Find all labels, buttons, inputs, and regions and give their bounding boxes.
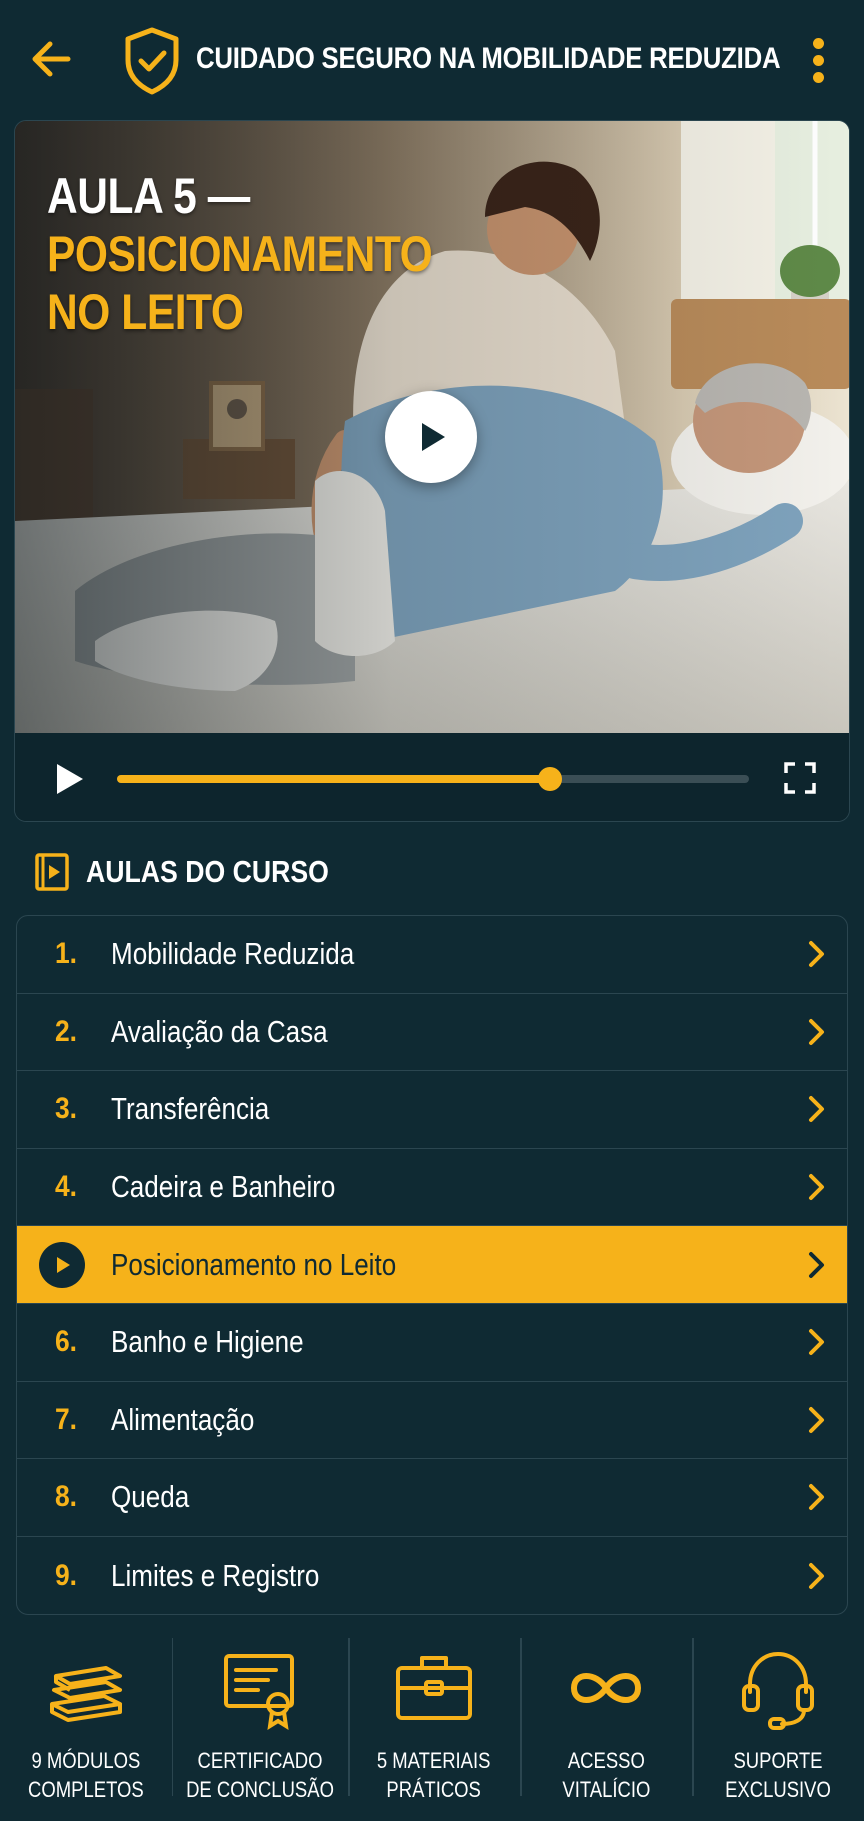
lesson-label: Limites e Registro	[111, 1557, 320, 1593]
feature-line2: DE CONCLUSÃO	[186, 1777, 334, 1802]
lesson-item[interactable]: 9. Limites e Registro	[17, 1537, 847, 1614]
play-icon	[57, 1256, 70, 1273]
fullscreen-icon[interactable]	[783, 761, 817, 795]
lesson-list: 1. Mobilidade Reduzida 2. Avaliação da C…	[16, 915, 848, 1615]
section-title: AULAS DO CURSO	[86, 854, 329, 889]
feature-line1: 9 MÓDULOS	[31, 1748, 141, 1773]
top-bar: CUIDADO SEGURO NA MOBILIDADE REDUZIDA	[0, 0, 864, 120]
lesson-label: Queda	[111, 1479, 190, 1515]
feature-line2: COMPLETOS	[28, 1777, 144, 1802]
lesson-number: 8.	[55, 1480, 78, 1514]
lesson-label: Mobilidade Reduzida	[111, 936, 355, 972]
lesson-number: 1.	[55, 937, 78, 971]
kebab-dot	[812, 72, 824, 83]
lesson-item[interactable]: 1. Mobilidade Reduzida	[17, 916, 847, 994]
lesson-item[interactable]: 7. Alimentação	[17, 1382, 847, 1460]
feature-line1: 5 MATERIAIS	[377, 1748, 491, 1773]
feature-access: ACESSO VITALÍCIO	[520, 1632, 692, 1812]
arrow-left-icon	[32, 41, 71, 77]
certificate-icon	[224, 1654, 294, 1730]
chevron-right-icon	[809, 1406, 824, 1433]
chevron-right-icon	[809, 1329, 824, 1356]
video-overlay-title: AULA 5 — POSICIONAMENTO NO LEITO	[47, 167, 433, 341]
feature-certificate: CERTIFICADO DE CONCLUSÃO	[171, 1632, 348, 1812]
chevron-right-icon	[809, 1251, 824, 1278]
feature-line2: VITALÍCIO	[562, 1777, 650, 1802]
video-frame[interactable]: AULA 5 — POSICIONAMENTO NO LEITO	[15, 121, 849, 733]
progress-fill	[117, 775, 550, 783]
course-features: 9 MÓDULOS COMPLETOS CERTIFICADO DE CONCL…	[0, 1632, 864, 1812]
feature-line1: ACESSO	[567, 1748, 645, 1773]
app-screen: CUIDADO SEGURO NA MOBILIDADE REDUZIDA AU…	[0, 0, 864, 1821]
feature-line1: SUPORTE	[733, 1748, 823, 1773]
lesson-item-current[interactable]: Posicionamento no Leito	[17, 1226, 847, 1304]
video-player: AULA 5 — POSICIONAMENTO NO LEITO	[14, 120, 850, 822]
kebab-menu-icon	[812, 38, 824, 49]
back-button[interactable]	[26, 34, 76, 84]
feature-line2: EXCLUSIVO	[725, 1777, 831, 1802]
lessons-section-header: AULAS DO CURSO	[34, 850, 368, 894]
lesson-number: 7.	[55, 1402, 78, 1436]
lesson-number: 9.	[55, 1558, 78, 1592]
play-circle-icon	[39, 1241, 85, 1288]
video-title-line1: AULA 5 —	[47, 168, 250, 224]
chevron-right-icon	[809, 941, 824, 968]
kebab-dot	[812, 55, 824, 66]
player-controls	[15, 733, 849, 821]
feature-modules: 9 MÓDULOS COMPLETOS	[0, 1632, 172, 1812]
lesson-label: Banho e Higiene	[111, 1324, 304, 1360]
feature-line2: PRÁTICOS	[386, 1777, 482, 1802]
play-book-icon	[35, 853, 69, 891]
lesson-label: Alimentação	[111, 1401, 255, 1437]
lesson-label: Posicionamento no Leito	[111, 1246, 397, 1282]
chevron-right-icon	[809, 1096, 824, 1123]
lesson-label: Cadeira e Banheiro	[111, 1169, 336, 1205]
chevron-right-icon	[809, 1174, 824, 1201]
infinity-icon	[571, 1673, 641, 1703]
lesson-label: Avaliação da Casa	[111, 1013, 328, 1049]
headset-icon	[741, 1652, 814, 1730]
chevron-right-icon	[809, 1484, 824, 1511]
center-play-button[interactable]	[385, 391, 477, 483]
lesson-number: 3.	[55, 1092, 78, 1126]
lesson-number: 4.	[55, 1170, 78, 1204]
lesson-number: 6.	[55, 1325, 78, 1359]
lesson-item[interactable]: 3. Transferência	[17, 1071, 847, 1149]
lesson-item[interactable]: 4. Cadeira e Banheiro	[17, 1149, 847, 1227]
play-icon[interactable]	[51, 761, 87, 797]
play-icon	[422, 423, 445, 451]
page-title: CUIDADO SEGURO NA MOBILIDADE REDUZIDA	[196, 42, 781, 75]
lesson-item[interactable]: 2. Avaliação da Casa	[17, 994, 847, 1072]
books-icon	[49, 1666, 122, 1722]
more-menu-button[interactable]	[806, 34, 830, 88]
lesson-item[interactable]: 6. Banho e Higiene	[17, 1304, 847, 1382]
lesson-number: 2.	[55, 1014, 78, 1048]
shield-check-icon	[125, 27, 179, 95]
progress-bar[interactable]	[117, 767, 749, 791]
chevron-right-icon	[809, 1018, 824, 1045]
feature-line1: CERTIFICADO	[197, 1748, 323, 1773]
lesson-label: Transferência	[111, 1091, 270, 1127]
lesson-item[interactable]: 8. Queda	[17, 1459, 847, 1537]
feature-support: SUPORTE EXCLUSIVO	[692, 1632, 864, 1812]
video-title-line3: NO LEITO	[47, 284, 244, 340]
chevron-right-icon	[809, 1562, 824, 1589]
video-title-line2: POSICIONAMENTO	[47, 226, 433, 282]
toolbox-icon	[396, 1656, 473, 1720]
feature-materials: 5 MATERIAIS PRÁTICOS	[348, 1632, 520, 1812]
progress-handle[interactable]	[537, 767, 562, 791]
